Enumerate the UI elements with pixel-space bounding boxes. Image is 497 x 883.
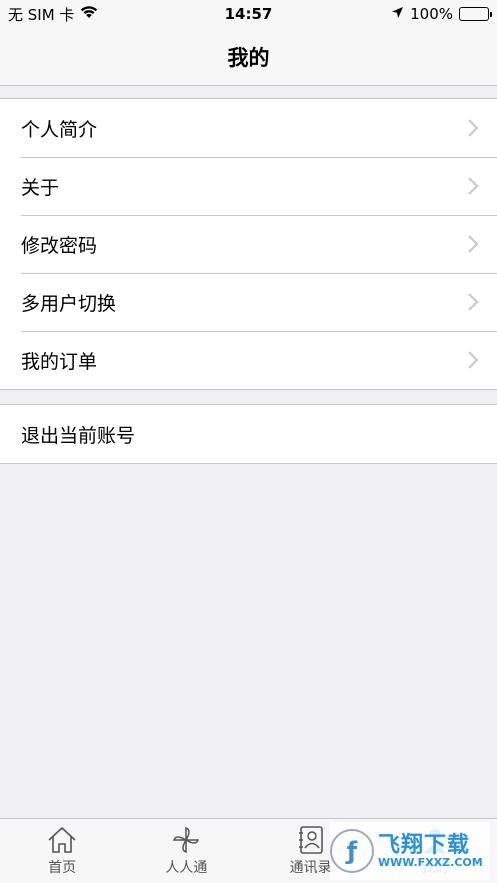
page-title: 我的 <box>227 45 270 70</box>
menu-item-label: 修改密码 <box>21 234 98 257</box>
watermark-sub: WWW.FXXZ.COM <box>378 855 483 869</box>
watermark-icon: ƒ <box>330 829 374 873</box>
home-icon <box>48 826 76 853</box>
menu-item-label: 个人简介 <box>21 118 98 141</box>
tab-label: 首页 <box>48 860 77 876</box>
logout-button[interactable]: 退出当前账号 <box>0 405 497 463</box>
logout-label: 退出当前账号 <box>21 424 136 447</box>
battery-icon <box>459 7 492 21</box>
pinwheel-icon <box>173 826 200 854</box>
menu-item-label: 多用户切换 <box>21 292 117 315</box>
chevron-right-icon <box>468 235 479 253</box>
status-left: 无 SIM 卡 <box>8 4 98 25</box>
carrier-label: 无 SIM 卡 <box>8 5 75 24</box>
watermark-text: 飞翔下载 WWW.FXXZ.COM <box>378 834 483 869</box>
chevron-right-icon <box>468 177 479 195</box>
nav-bar: 我的 <box>0 28 497 86</box>
tab-label: 人人通 <box>165 860 208 876</box>
menu-group-main: 个人简介 关于 修改密码 多用户切换 我的订单 <box>0 98 497 390</box>
watermark-logo: ƒ 飞翔下载 WWW.FXXZ.COM <box>330 822 490 880</box>
battery-percent: 100% <box>410 5 453 23</box>
chevron-right-icon <box>468 351 479 369</box>
watermark-main: 飞翔下载 <box>378 832 471 858</box>
contacts-icon <box>298 826 323 854</box>
menu-item-switch-user[interactable]: 多用户切换 <box>0 273 497 331</box>
chevron-right-icon <box>468 119 479 137</box>
status-right: 100% <box>391 5 492 23</box>
tab-renrentong[interactable]: 人人通 <box>124 819 248 883</box>
tab-label: 通讯录 <box>289 860 332 876</box>
chevron-right-icon <box>468 293 479 311</box>
menu-group-logout: 退出当前账号 <box>0 404 497 464</box>
menu-item-about[interactable]: 关于 <box>0 157 497 215</box>
location-arrow-icon <box>391 5 404 23</box>
menu-item-profile[interactable]: 个人简介 <box>0 99 497 157</box>
status-bar: 无 SIM 卡 14:57 100% <box>0 0 497 28</box>
wifi-icon <box>80 5 98 23</box>
menu-item-my-orders[interactable]: 我的订单 <box>0 331 497 389</box>
tab-home[interactable]: 首页 <box>0 819 124 883</box>
menu-item-label: 关于 <box>21 176 60 199</box>
menu-item-change-password[interactable]: 修改密码 <box>0 215 497 273</box>
menu-item-label: 我的订单 <box>21 350 98 373</box>
